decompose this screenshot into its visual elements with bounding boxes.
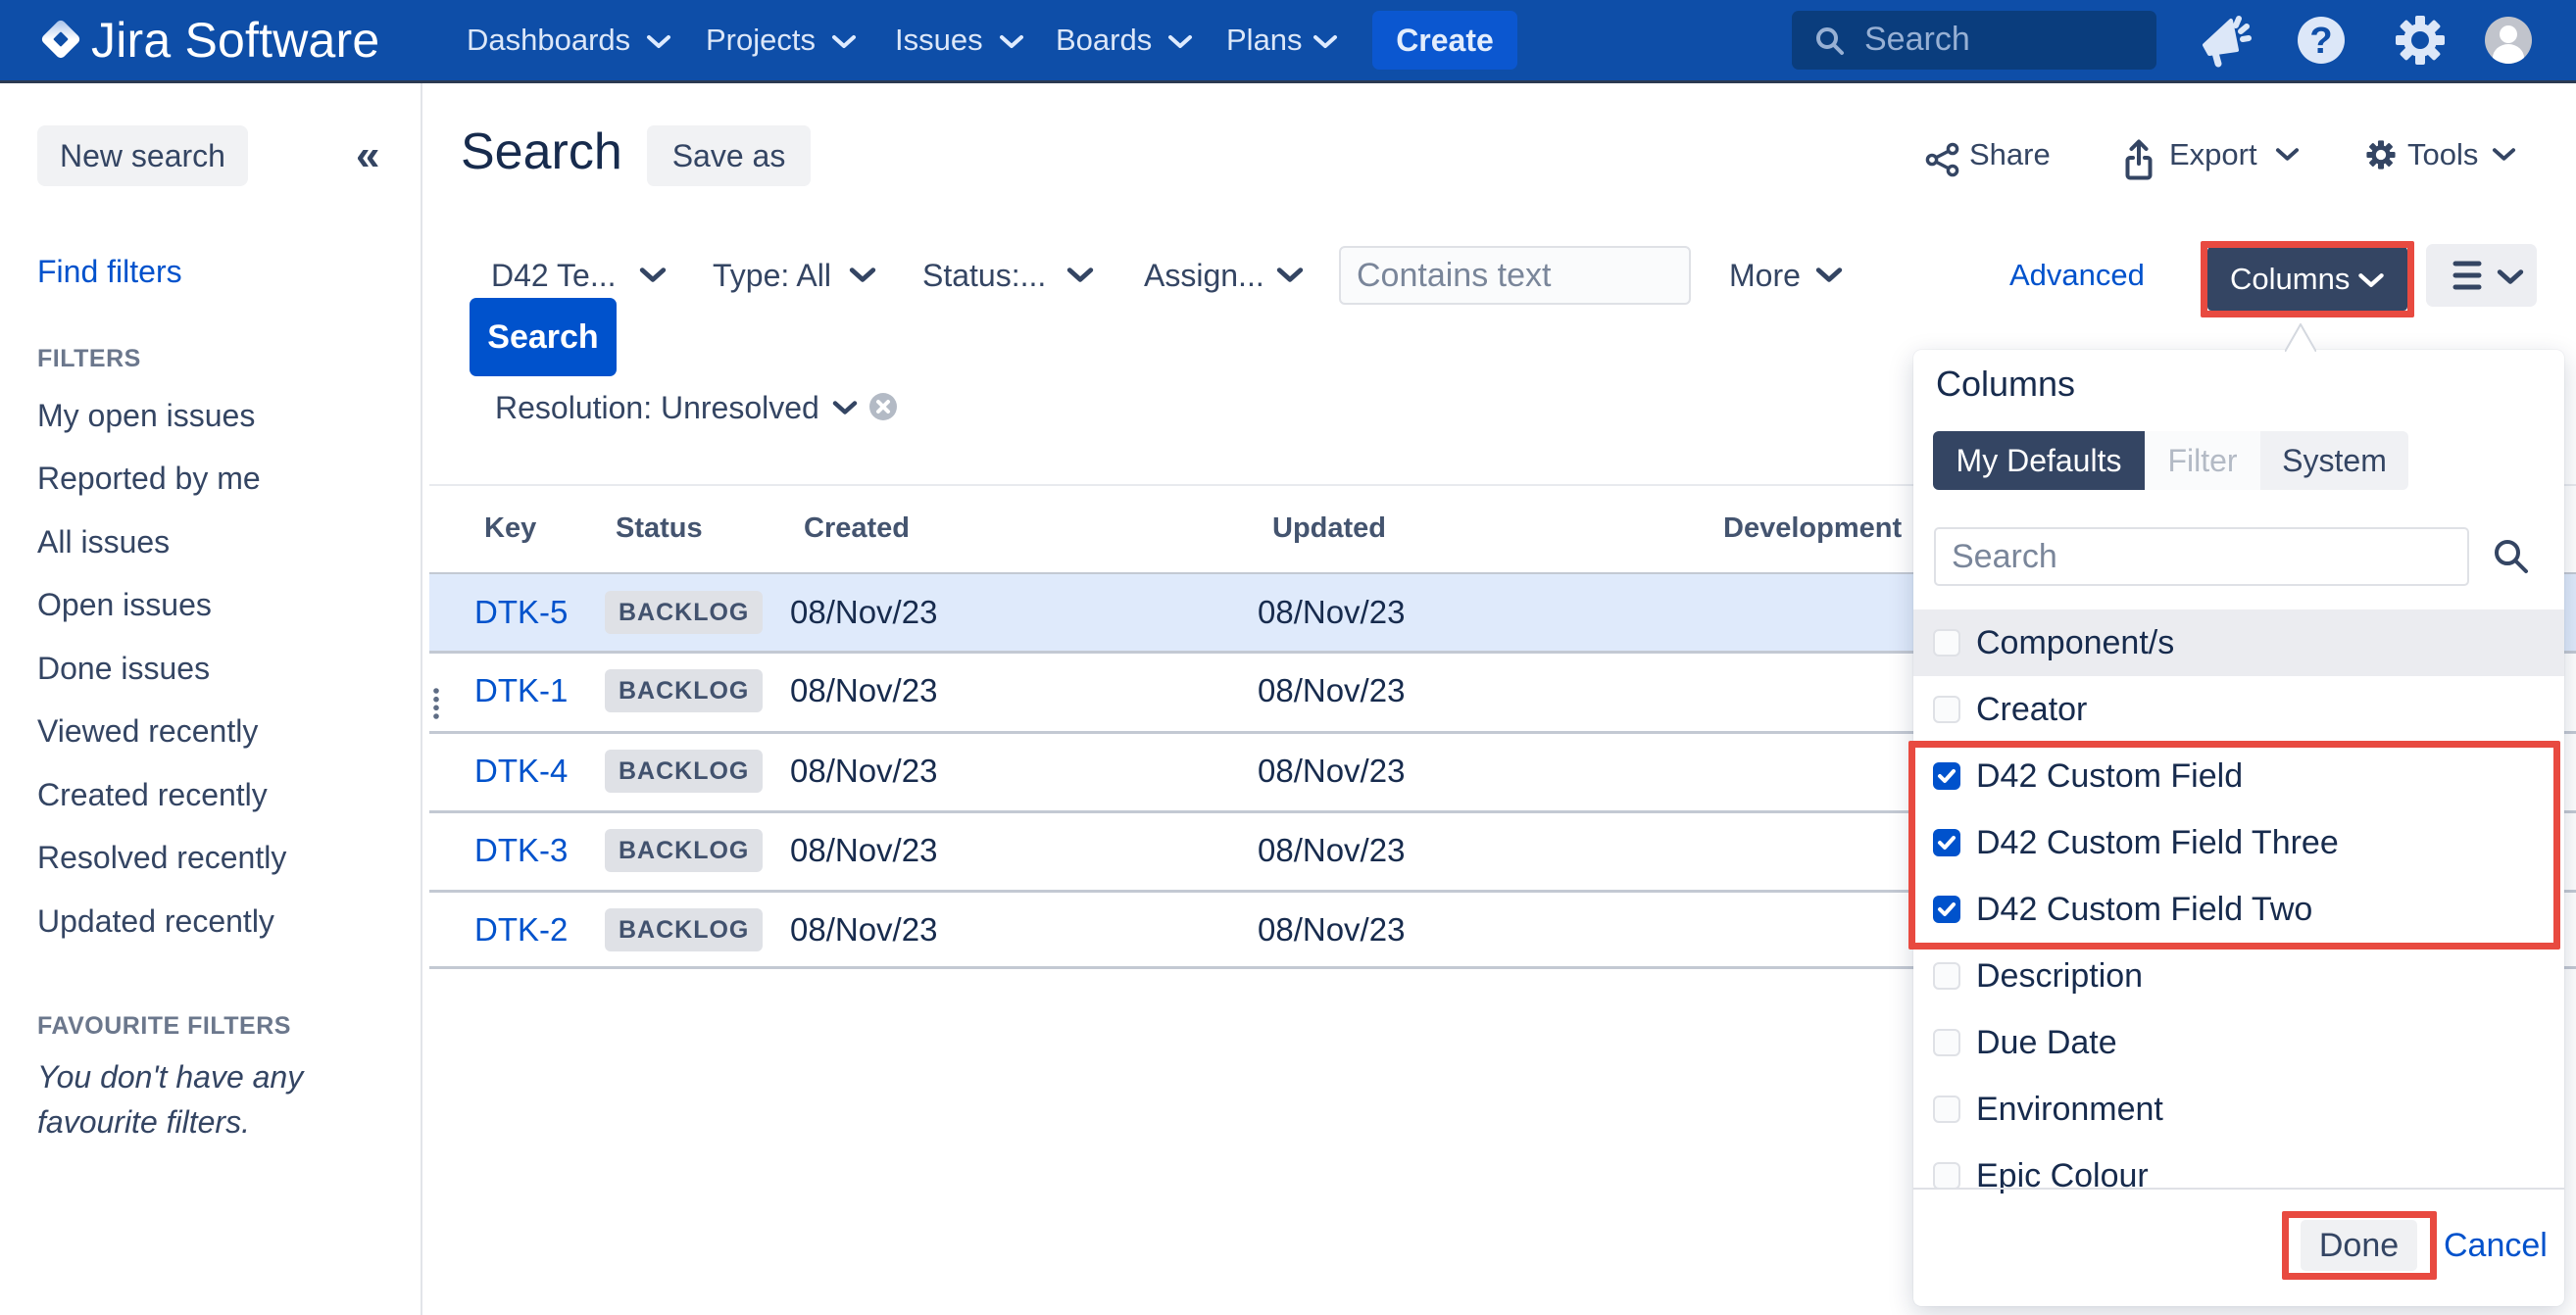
svg-text:?: ? — [2309, 21, 2332, 62]
